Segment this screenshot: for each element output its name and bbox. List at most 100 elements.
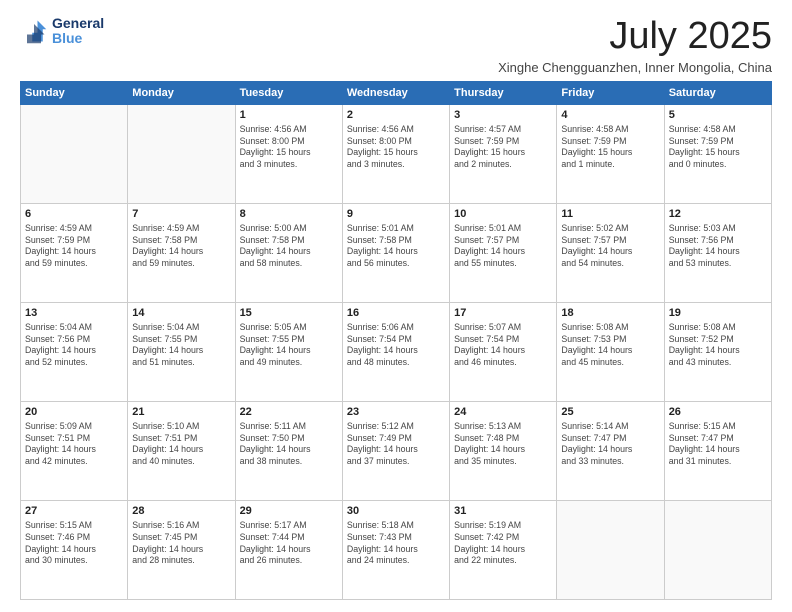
day-info: Sunrise: 5:15 AM Sunset: 7:47 PM Dayligh… — [669, 421, 767, 469]
day-number: 24 — [454, 405, 552, 420]
calendar-cell: 14Sunrise: 5:04 AM Sunset: 7:55 PM Dayli… — [128, 302, 235, 401]
day-info: Sunrise: 5:04 AM Sunset: 7:56 PM Dayligh… — [25, 322, 123, 370]
day-number: 25 — [561, 405, 659, 420]
header: General Blue July 2025 Xinghe Chengguanz… — [20, 16, 772, 75]
day-number: 30 — [347, 504, 445, 519]
calendar-cell: 17Sunrise: 5:07 AM Sunset: 7:54 PM Dayli… — [450, 302, 557, 401]
day-info: Sunrise: 5:17 AM Sunset: 7:44 PM Dayligh… — [240, 520, 338, 568]
day-info: Sunrise: 5:01 AM Sunset: 7:58 PM Dayligh… — [347, 223, 445, 271]
calendar-cell: 16Sunrise: 5:06 AM Sunset: 7:54 PM Dayli… — [342, 302, 449, 401]
calendar-cell: 25Sunrise: 5:14 AM Sunset: 7:47 PM Dayli… — [557, 401, 664, 500]
day-number: 17 — [454, 306, 552, 321]
calendar-cell: 21Sunrise: 5:10 AM Sunset: 7:51 PM Dayli… — [128, 401, 235, 500]
calendar-body: 1Sunrise: 4:56 AM Sunset: 8:00 PM Daylig… — [21, 104, 772, 599]
calendar-cell: 19Sunrise: 5:08 AM Sunset: 7:52 PM Dayli… — [664, 302, 771, 401]
calendar-cell: 7Sunrise: 4:59 AM Sunset: 7:58 PM Daylig… — [128, 203, 235, 302]
day-number: 14 — [132, 306, 230, 321]
day-info: Sunrise: 5:10 AM Sunset: 7:51 PM Dayligh… — [132, 421, 230, 469]
day-info: Sunrise: 5:03 AM Sunset: 7:56 PM Dayligh… — [669, 223, 767, 271]
calendar-cell: 12Sunrise: 5:03 AM Sunset: 7:56 PM Dayli… — [664, 203, 771, 302]
day-number: 8 — [240, 207, 338, 222]
calendar-cell: 13Sunrise: 5:04 AM Sunset: 7:56 PM Dayli… — [21, 302, 128, 401]
day-number: 5 — [669, 108, 767, 123]
calendar-header: SundayMondayTuesdayWednesdayThursdayFrid… — [21, 81, 772, 104]
weekday-friday: Friday — [557, 81, 664, 104]
day-info: Sunrise: 5:11 AM Sunset: 7:50 PM Dayligh… — [240, 421, 338, 469]
day-number: 15 — [240, 306, 338, 321]
calendar-cell: 29Sunrise: 5:17 AM Sunset: 7:44 PM Dayli… — [235, 500, 342, 599]
calendar-cell: 10Sunrise: 5:01 AM Sunset: 7:57 PM Dayli… — [450, 203, 557, 302]
calendar-cell: 8Sunrise: 5:00 AM Sunset: 7:58 PM Daylig… — [235, 203, 342, 302]
day-info: Sunrise: 5:12 AM Sunset: 7:49 PM Dayligh… — [347, 421, 445, 469]
weekday-tuesday: Tuesday — [235, 81, 342, 104]
page: General Blue July 2025 Xinghe Chengguanz… — [0, 0, 792, 612]
day-info: Sunrise: 5:00 AM Sunset: 7:58 PM Dayligh… — [240, 223, 338, 271]
week-row-5: 27Sunrise: 5:15 AM Sunset: 7:46 PM Dayli… — [21, 500, 772, 599]
logo-icon — [20, 17, 48, 45]
day-info: Sunrise: 5:13 AM Sunset: 7:48 PM Dayligh… — [454, 421, 552, 469]
calendar-cell: 6Sunrise: 4:59 AM Sunset: 7:59 PM Daylig… — [21, 203, 128, 302]
week-row-2: 6Sunrise: 4:59 AM Sunset: 7:59 PM Daylig… — [21, 203, 772, 302]
logo-text: General Blue — [52, 16, 104, 47]
day-info: Sunrise: 5:01 AM Sunset: 7:57 PM Dayligh… — [454, 223, 552, 271]
day-info: Sunrise: 5:04 AM Sunset: 7:55 PM Dayligh… — [132, 322, 230, 370]
day-number: 19 — [669, 306, 767, 321]
calendar-cell: 5Sunrise: 4:58 AM Sunset: 7:59 PM Daylig… — [664, 104, 771, 203]
calendar-cell — [557, 500, 664, 599]
calendar-cell: 31Sunrise: 5:19 AM Sunset: 7:42 PM Dayli… — [450, 500, 557, 599]
calendar-cell — [21, 104, 128, 203]
calendar-cell: 3Sunrise: 4:57 AM Sunset: 7:59 PM Daylig… — [450, 104, 557, 203]
day-info: Sunrise: 5:06 AM Sunset: 7:54 PM Dayligh… — [347, 322, 445, 370]
week-row-4: 20Sunrise: 5:09 AM Sunset: 7:51 PM Dayli… — [21, 401, 772, 500]
day-info: Sunrise: 5:05 AM Sunset: 7:55 PM Dayligh… — [240, 322, 338, 370]
day-info: Sunrise: 5:14 AM Sunset: 7:47 PM Dayligh… — [561, 421, 659, 469]
day-number: 3 — [454, 108, 552, 123]
day-number: 29 — [240, 504, 338, 519]
day-number: 23 — [347, 405, 445, 420]
calendar-cell: 22Sunrise: 5:11 AM Sunset: 7:50 PM Dayli… — [235, 401, 342, 500]
week-row-3: 13Sunrise: 5:04 AM Sunset: 7:56 PM Dayli… — [21, 302, 772, 401]
weekday-sunday: Sunday — [21, 81, 128, 104]
day-info: Sunrise: 5:15 AM Sunset: 7:46 PM Dayligh… — [25, 520, 123, 568]
day-number: 18 — [561, 306, 659, 321]
day-info: Sunrise: 4:58 AM Sunset: 7:59 PM Dayligh… — [669, 124, 767, 172]
day-info: Sunrise: 4:58 AM Sunset: 7:59 PM Dayligh… — [561, 124, 659, 172]
weekday-monday: Monday — [128, 81, 235, 104]
calendar: SundayMondayTuesdayWednesdayThursdayFrid… — [20, 81, 772, 600]
calendar-cell: 23Sunrise: 5:12 AM Sunset: 7:49 PM Dayli… — [342, 401, 449, 500]
day-info: Sunrise: 5:16 AM Sunset: 7:45 PM Dayligh… — [132, 520, 230, 568]
calendar-cell: 26Sunrise: 5:15 AM Sunset: 7:47 PM Dayli… — [664, 401, 771, 500]
day-number: 10 — [454, 207, 552, 222]
calendar-cell: 24Sunrise: 5:13 AM Sunset: 7:48 PM Dayli… — [450, 401, 557, 500]
title-block: July 2025 Xinghe Chengguanzhen, Inner Mo… — [498, 16, 772, 75]
day-info: Sunrise: 4:56 AM Sunset: 8:00 PM Dayligh… — [240, 124, 338, 172]
day-info: Sunrise: 5:18 AM Sunset: 7:43 PM Dayligh… — [347, 520, 445, 568]
day-info: Sunrise: 5:02 AM Sunset: 7:57 PM Dayligh… — [561, 223, 659, 271]
calendar-cell: 27Sunrise: 5:15 AM Sunset: 7:46 PM Dayli… — [21, 500, 128, 599]
day-number: 22 — [240, 405, 338, 420]
main-title: July 2025 — [498, 16, 772, 58]
day-info: Sunrise: 4:56 AM Sunset: 8:00 PM Dayligh… — [347, 124, 445, 172]
week-row-1: 1Sunrise: 4:56 AM Sunset: 8:00 PM Daylig… — [21, 104, 772, 203]
day-number: 31 — [454, 504, 552, 519]
day-number: 28 — [132, 504, 230, 519]
day-info: Sunrise: 5:08 AM Sunset: 7:52 PM Dayligh… — [669, 322, 767, 370]
weekday-saturday: Saturday — [664, 81, 771, 104]
subtitle: Xinghe Chengguanzhen, Inner Mongolia, Ch… — [498, 60, 772, 75]
calendar-cell: 4Sunrise: 4:58 AM Sunset: 7:59 PM Daylig… — [557, 104, 664, 203]
calendar-cell: 30Sunrise: 5:18 AM Sunset: 7:43 PM Dayli… — [342, 500, 449, 599]
day-number: 16 — [347, 306, 445, 321]
day-info: Sunrise: 5:09 AM Sunset: 7:51 PM Dayligh… — [25, 421, 123, 469]
day-number: 7 — [132, 207, 230, 222]
calendar-cell: 28Sunrise: 5:16 AM Sunset: 7:45 PM Dayli… — [128, 500, 235, 599]
calendar-cell: 9Sunrise: 5:01 AM Sunset: 7:58 PM Daylig… — [342, 203, 449, 302]
day-info: Sunrise: 4:57 AM Sunset: 7:59 PM Dayligh… — [454, 124, 552, 172]
logo: General Blue — [20, 16, 104, 47]
day-number: 1 — [240, 108, 338, 123]
calendar-cell: 1Sunrise: 4:56 AM Sunset: 8:00 PM Daylig… — [235, 104, 342, 203]
weekday-wednesday: Wednesday — [342, 81, 449, 104]
day-number: 13 — [25, 306, 123, 321]
day-info: Sunrise: 5:08 AM Sunset: 7:53 PM Dayligh… — [561, 322, 659, 370]
weekday-thursday: Thursday — [450, 81, 557, 104]
calendar-cell: 11Sunrise: 5:02 AM Sunset: 7:57 PM Dayli… — [557, 203, 664, 302]
